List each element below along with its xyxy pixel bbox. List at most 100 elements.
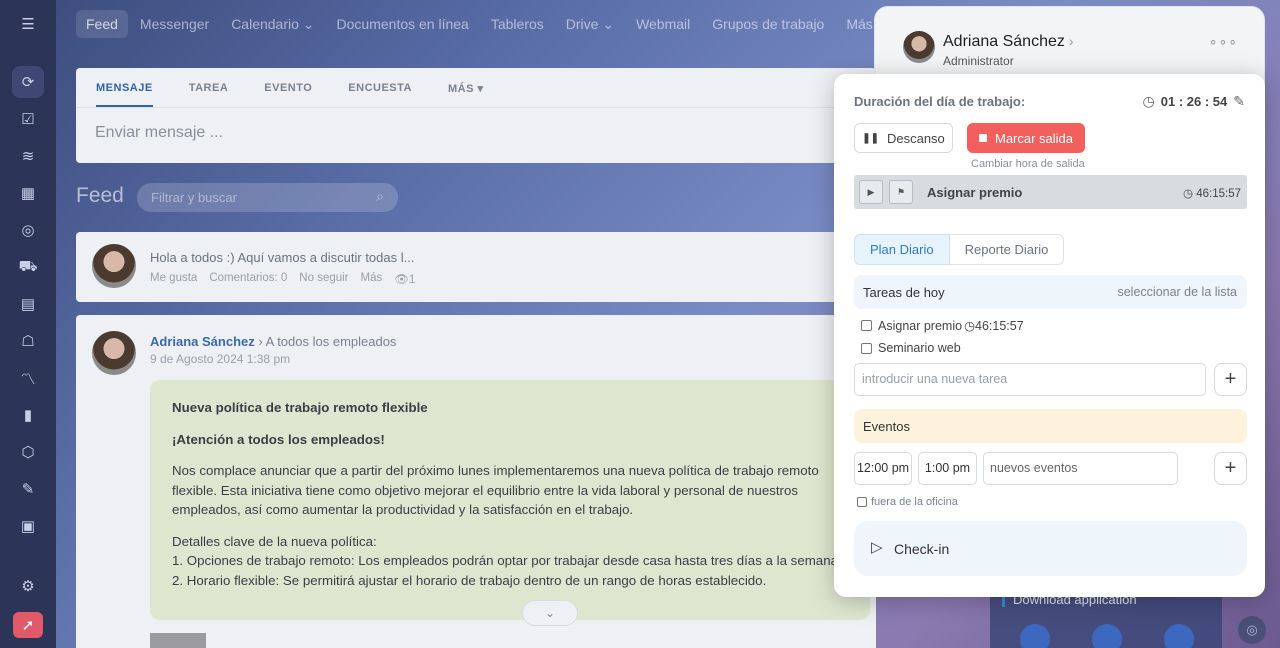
tasks-icon[interactable]: ☑ <box>12 103 44 135</box>
pencil-icon[interactable]: ✎ <box>1233 93 1245 110</box>
outside-office-label: fuera de la oficina <box>871 496 958 508</box>
tab-poll[interactable]: ENCUESTA <box>348 82 412 107</box>
settings-icon[interactable]: ⚙ <box>12 570 44 602</box>
avatar[interactable] <box>92 331 136 375</box>
tab-event[interactable]: EVENTO <box>264 82 312 107</box>
nav-feed[interactable]: Feed <box>76 10 128 38</box>
clock-out-label: Marcar salida <box>994 130 1074 146</box>
tab-more[interactable]: MÁS ▾ <box>448 82 484 107</box>
like-link[interactable]: Me gusta <box>150 272 197 286</box>
linux-icon[interactable] <box>1164 624 1194 648</box>
message-input[interactable]: Enviar mensaje ... <box>76 108 876 158</box>
add-event-button[interactable]: + <box>1214 452 1247 485</box>
outside-office-option[interactable]: fuera de la oficina <box>857 496 958 508</box>
automation-icon[interactable]: 〽 <box>12 362 44 394</box>
clock-icon: ◷ <box>964 319 975 333</box>
post-body: Nueva política de trabajo remoto flexibl… <box>150 380 870 620</box>
attachment-thumbnail[interactable] <box>150 633 206 648</box>
calendar-icon[interactable]: ▦ <box>12 177 44 209</box>
crm-icon[interactable]: ≋ <box>12 140 44 172</box>
apple-icon[interactable] <box>1020 624 1050 648</box>
windows-icon[interactable] <box>1092 624 1122 648</box>
views-counter: 👁1 <box>394 272 415 286</box>
events-title: Eventos <box>863 419 910 434</box>
checkin-button[interactable]: ▷ Check-in <box>854 521 1247 576</box>
chevron-down-icon: ⌄ <box>302 15 315 32</box>
task-label: Asignar premio <box>878 318 963 333</box>
tab-daily-plan[interactable]: Plan Diario <box>854 234 950 265</box>
unfollow-link[interactable]: No seguir <box>299 272 348 286</box>
hexagon-icon[interactable]: ⬡ <box>12 436 44 468</box>
profile-name-link[interactable]: Adriana Sánchez › <box>943 33 1074 51</box>
nav-documents[interactable]: Documentos en línea <box>327 10 479 38</box>
post-list-item: 1. Opciones de trabajo remoto: Los emple… <box>172 553 842 568</box>
contacts-icon[interactable]: ▤ <box>12 288 44 320</box>
workday-timer: ◷ 01 : 26 : 54 ✎ <box>1143 93 1245 110</box>
robot-icon[interactable]: ☖ <box>12 325 44 357</box>
comments-link[interactable]: Comentarios: 0 <box>209 272 287 286</box>
post-text[interactable]: Hola a todos :) Aquí vamos a discutir to… <box>150 250 414 265</box>
break-button[interactable]: ❚❚ Descanso <box>854 123 953 153</box>
chevron-down-icon: ⌄ <box>602 15 615 32</box>
nav-drive-label: Drive <box>565 15 599 32</box>
post-composer: MENSAJE TAREA EVENTO ENCUESTA MÁS ▾ Envi… <box>76 68 876 163</box>
sign-icon[interactable]: ✎ <box>12 473 44 505</box>
feed-icon[interactable]: ⟳ <box>12 66 44 98</box>
flag-icon[interactable]: ⚑ <box>889 180 913 204</box>
current-task-name: Asignar premio <box>927 185 1023 200</box>
current-task-bar: ▶ ⚑ Asignar premio ◷ 46:15:57 <box>854 175 1247 209</box>
change-time-link[interactable]: Cambiar hora de salida <box>971 158 1085 170</box>
target-icon[interactable]: ◎ <box>12 214 44 246</box>
task-label: Seminario web <box>878 341 961 355</box>
more-options-icon[interactable]: ∘∘∘ <box>1209 33 1238 50</box>
checkbox[interactable] <box>861 342 872 354</box>
task-timer: ◷46:15:57 <box>964 318 1024 333</box>
play-icon[interactable]: ▶ <box>859 180 883 204</box>
tab-message[interactable]: MENSAJE <box>96 82 153 107</box>
new-task-input[interactable]: introducir una nueva tarea <box>854 363 1206 396</box>
current-task-timer: ◷ 46:15:57 <box>1183 186 1241 200</box>
more-link[interactable]: Más <box>361 272 383 286</box>
checkbox[interactable] <box>857 497 867 507</box>
nav-webmail[interactable]: Webmail <box>626 10 700 38</box>
current-task-time: 46:15:57 <box>1196 188 1241 200</box>
tab-daily-report[interactable]: Reporte Diario <box>949 234 1065 265</box>
tab-task[interactable]: TAREA <box>189 82 229 107</box>
post-author-line: Adriana Sánchez › A todos los empleados <box>150 334 396 349</box>
task-checkbox-item[interactable]: Seminario web <box>861 341 961 355</box>
presentation-icon[interactable]: ▣ <box>12 510 44 542</box>
feed-search-input[interactable]: Filtrar y buscar ⌕ <box>137 183 398 212</box>
add-task-button[interactable]: + <box>1214 363 1247 396</box>
top-navigation: Feed Messenger Calendario ⌄ Documentos e… <box>56 0 888 48</box>
chevron-right-icon: › <box>258 334 266 349</box>
analytics-icon[interactable]: ▮ <box>12 399 44 431</box>
cart-icon[interactable]: ⛟ <box>12 251 44 283</box>
clock-out-button[interactable]: Marcar salida <box>967 123 1085 153</box>
feed-post: Adriana Sánchez › A todos los empleados … <box>76 315 876 648</box>
menu-icon[interactable]: ☰ <box>12 8 44 40</box>
nav-messenger[interactable]: Messenger <box>130 10 219 38</box>
clock-icon: ◷ <box>1183 188 1197 200</box>
expand-post-button[interactable]: ⌄ <box>522 600 578 626</box>
post-author[interactable]: Adriana Sánchez <box>150 334 255 349</box>
event-end-time[interactable]: 1:00 pm <box>918 452 977 485</box>
event-start-time[interactable]: 12:00 pm <box>854 452 912 485</box>
workday-panel: Duración del día de trabajo: ◷ 01 : 26 :… <box>834 74 1265 597</box>
select-from-list-link[interactable]: seleccionar de la lista <box>1117 285 1237 299</box>
post-heading: Nueva política de trabajo remoto flexibl… <box>172 400 428 415</box>
avatar[interactable] <box>903 31 935 63</box>
nav-workgroups[interactable]: Grupos de trabajo <box>702 10 834 38</box>
assistant-icon[interactable]: ◎ <box>1238 616 1266 644</box>
new-event-input[interactable]: nuevos eventos <box>983 452 1178 485</box>
rocket-icon[interactable]: ➚ <box>13 612 43 638</box>
checkbox[interactable] <box>861 320 872 331</box>
avatar[interactable] <box>92 244 136 288</box>
nav-boards[interactable]: Tableros <box>481 10 554 38</box>
nav-drive[interactable]: Drive ⌄ <box>556 10 624 39</box>
task-checkbox-item[interactable]: Asignar premio ◷46:15:57 <box>861 318 1024 333</box>
search-icon[interactable]: ⌕ <box>376 188 384 205</box>
checkin-label: Check-in <box>894 541 950 557</box>
task-time: 46:15:57 <box>975 319 1024 333</box>
post-date: 9 de Agosto 2024 1:38 pm <box>150 352 291 366</box>
nav-calendar[interactable]: Calendario ⌄ <box>221 10 324 39</box>
